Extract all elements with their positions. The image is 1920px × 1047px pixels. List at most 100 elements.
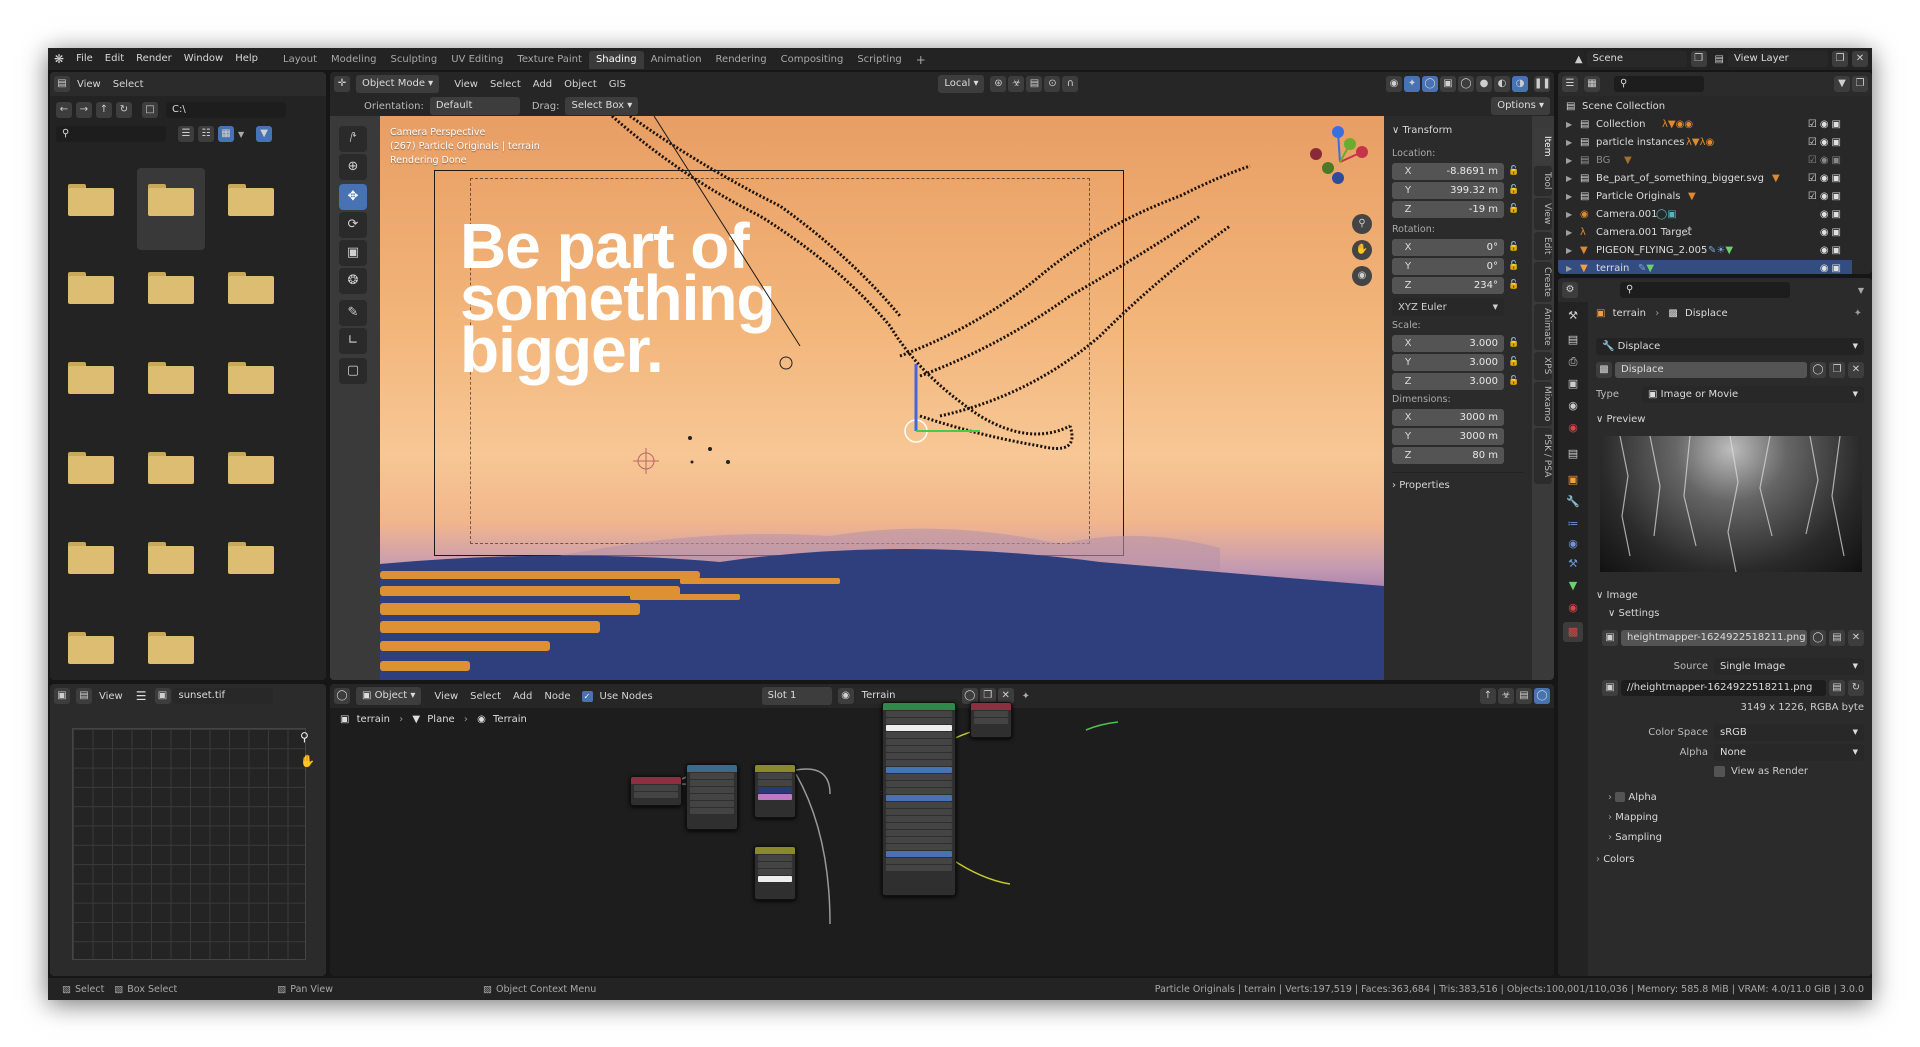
colorspace-dropdown[interactable]: sRGB ▼ (1714, 724, 1864, 741)
transform-panel-header[interactable]: ∨ Transform (1392, 122, 1524, 140)
expand-icon[interactable]: ▶ (1566, 134, 1572, 152)
folder-item[interactable] (228, 362, 274, 394)
view-layer-field[interactable]: View Layer (1728, 51, 1828, 67)
rendered-shading-icon[interactable]: ◑ (1512, 76, 1529, 92)
properties-panel-header[interactable]: › Properties (1392, 472, 1524, 495)
editor-type-icon[interactable]: ▤ (54, 76, 70, 92)
3d-viewport[interactable]: ✛ Object Mode ▾ View Select Add Object G… (330, 72, 1554, 680)
mix-node-1[interactable] (754, 764, 796, 818)
modifier-tab-icon[interactable]: 🔧 (1563, 492, 1583, 512)
chevron-down-icon[interactable]: ▼ (238, 130, 244, 139)
editor-type-icon[interactable]: ▣ (54, 688, 70, 704)
display-mode-icon[interactable]: ▦ (1584, 76, 1600, 92)
folder-item[interactable] (68, 632, 114, 664)
measure-tool-icon[interactable]: ∟ (339, 328, 367, 354)
mapping-panel-header[interactable]: › Mapping (1608, 812, 1658, 823)
viewport-object-menu[interactable]: Object (559, 79, 602, 90)
navigation-gizmo[interactable] (1300, 122, 1380, 202)
folder-item[interactable] (148, 452, 194, 484)
outliner-row-bg[interactable]: ▶ ▤ BG ▼ ☑◉▣ (1558, 152, 1852, 170)
forward-arrow-icon[interactable]: → (76, 102, 92, 118)
filter-icon[interactable]: ▼ (1834, 76, 1850, 92)
data-tab-icon[interactable]: ▼ (1563, 576, 1583, 596)
location-z-field[interactable]: -19 m (1424, 200, 1504, 218)
location-z-row[interactable]: Z -19 m 🔓 (1392, 200, 1524, 218)
editor-type-icon[interactable]: ☰ (1562, 76, 1578, 92)
expand-icon[interactable]: ▶ (1566, 188, 1572, 206)
transform-space-dropdown[interactable]: Local ▾ (938, 75, 985, 93)
texture-tab-icon[interactable]: ▩ (1563, 622, 1583, 642)
expand-icon[interactable]: ▶ (1566, 260, 1572, 274)
menu-edit[interactable]: Edit (99, 48, 130, 70)
folder-item[interactable] (228, 452, 274, 484)
menu-file[interactable]: File (70, 48, 99, 70)
preview-panel-header[interactable]: ∨ Preview (1596, 414, 1645, 425)
outliner-search-input[interactable]: ⚲ (1614, 76, 1704, 92)
dimensions-y-row[interactable]: Y 3000 m (1392, 427, 1504, 445)
location-y-row[interactable]: Y 399.32 m 🔓 (1392, 181, 1524, 199)
dimensions-x-field[interactable]: 3000 m (1424, 408, 1504, 426)
rotation-mode-dropdown[interactable]: XYZ Euler ▼ (1392, 298, 1504, 316)
alpha-dropdown[interactable]: None ▼ (1714, 744, 1864, 761)
image-view-menu[interactable]: View (94, 691, 128, 702)
image-mode-icon[interactable]: ▤ (76, 688, 92, 704)
pin-icon[interactable]: ✦ (1854, 308, 1862, 319)
folder-item[interactable] (68, 362, 114, 394)
lock-icon[interactable]: 🔓 (1504, 166, 1524, 176)
tab-compositing[interactable]: Compositing (774, 51, 851, 69)
lock-icon[interactable]: 🔓 (1504, 204, 1524, 214)
file-search-input[interactable]: ⚲ (56, 126, 166, 142)
output-tab-icon[interactable]: ⎙ (1563, 352, 1583, 372)
particles-tab-icon[interactable]: ≔ (1563, 514, 1583, 534)
pause-icon[interactable]: ❚❚ (1534, 76, 1551, 92)
properties-search-input[interactable]: ⚲ (1620, 282, 1790, 298)
object-tab-icon[interactable]: ▣ (1563, 470, 1583, 490)
scene-field[interactable]: Scene (1586, 51, 1687, 67)
duplicate-icon[interactable]: ❐ (1829, 362, 1845, 378)
image-name-field[interactable]: heightmapper-1624922518211.png (1621, 630, 1807, 646)
camera-data-node[interactable] (630, 776, 682, 806)
scale-x-row[interactable]: X 3.000 🔓 (1392, 334, 1524, 352)
zoom-icon[interactable]: ⚲ (300, 730, 309, 744)
image-panel-header[interactable]: ∨ Image (1596, 590, 1638, 601)
move-tool-icon[interactable]: ✥ (339, 184, 367, 210)
select-box-tool-icon[interactable]: ⭚ (339, 126, 367, 152)
refresh-icon[interactable]: ↻ (116, 102, 132, 118)
lock-icon[interactable]: 🔓 (1504, 242, 1524, 252)
rotation-z-row[interactable]: Z 234° 🔓 (1392, 276, 1524, 294)
folder-item[interactable] (148, 184, 194, 216)
outliner-row-terrain[interactable]: ▶ ▼ terrain ✎▼ ◉▣ (1558, 260, 1852, 274)
collection-tab-icon[interactable]: ▤ (1563, 444, 1583, 464)
folder-item[interactable] (148, 632, 194, 664)
back-arrow-icon[interactable]: ← (56, 102, 72, 118)
expand-icon[interactable]: ▶ (1566, 224, 1572, 242)
tab-edit[interactable]: Edit (1534, 232, 1552, 260)
expand-icon[interactable]: ▶ (1566, 152, 1572, 170)
lock-icon[interactable]: 🔓 (1504, 357, 1524, 367)
world-tab-icon[interactable]: ◉ (1563, 418, 1583, 438)
rotate-tool-icon[interactable]: ⟳ (339, 212, 367, 238)
tab-sculpting[interactable]: Sculpting (384, 51, 445, 69)
tab-modeling[interactable]: Modeling (324, 51, 384, 69)
pan-hand-icon[interactable]: ✋ (300, 754, 315, 768)
outliner-row-camera-target[interactable]: ▶ λ Camera.001 Target ⤴ ◉▣ (1558, 224, 1852, 242)
principled-bsdf-node[interactable] (882, 702, 956, 896)
lock-icon[interactable]: 🔓 (1504, 376, 1524, 386)
tab-xps[interactable]: XPS (1534, 352, 1552, 380)
visibility-toggles-icon[interactable]: ◉▣ (1820, 242, 1844, 260)
folder-item[interactable] (68, 452, 114, 484)
menu-window[interactable]: Window (178, 48, 229, 70)
visibility-toggles-icon[interactable]: ☑◉▣ (1808, 152, 1844, 170)
folder-item[interactable] (148, 272, 194, 304)
reload-icon[interactable]: ↻ (1848, 680, 1864, 696)
proportional-edit-icon[interactable]: ⊙ (1044, 76, 1061, 92)
transform-tool-icon[interactable]: ❂ (339, 268, 367, 294)
file-browser-view-menu[interactable]: View (72, 79, 106, 90)
image-editor-canvas[interactable] (72, 728, 306, 960)
outliner-row-collection[interactable]: ▶ ▤ Collection λ▼◉◉ ☑◉▣ (1558, 116, 1852, 134)
pan-hand-icon[interactable]: ✋ (1352, 240, 1372, 260)
material-tab-icon[interactable]: ◉ (1563, 598, 1583, 618)
rotation-y-row[interactable]: Y 0° 🔓 (1392, 257, 1524, 275)
filepath-field[interactable]: //heightmapper-1624922518211.png (1621, 680, 1826, 696)
location-y-field[interactable]: 399.32 m (1424, 181, 1504, 199)
